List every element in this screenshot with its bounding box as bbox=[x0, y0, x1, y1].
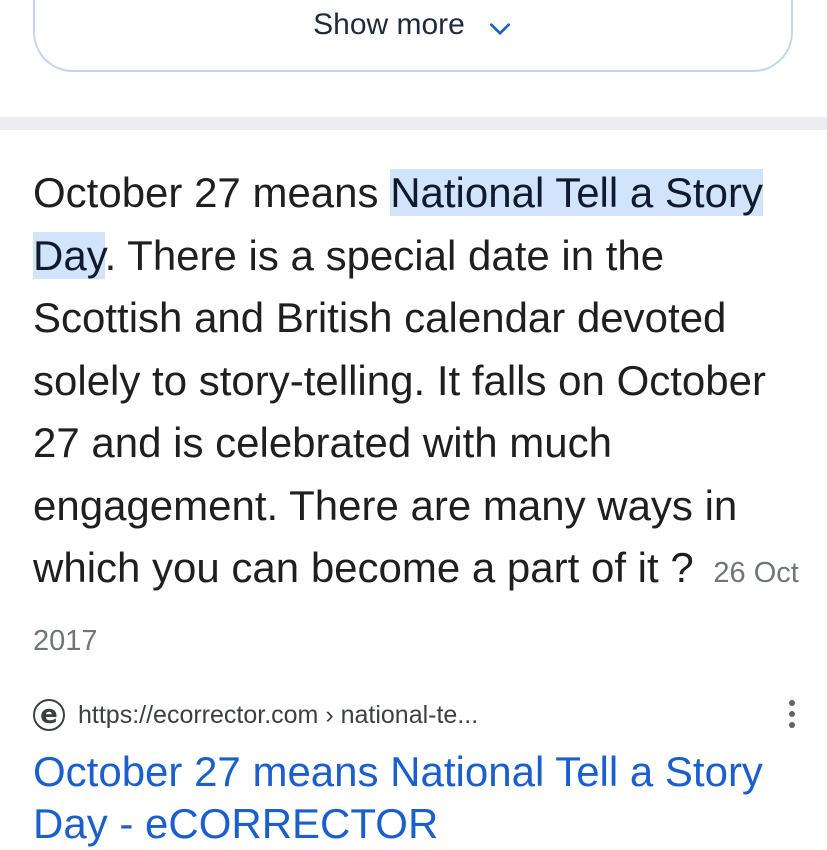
snippet-text-after: . There is a special date in the Scottis… bbox=[33, 231, 766, 592]
more-vert-icon[interactable] bbox=[787, 700, 797, 730]
show-more-label: Show more bbox=[313, 8, 465, 41]
site-favicon-icon: e bbox=[33, 699, 65, 731]
snippet-text-before: October 27 means bbox=[33, 169, 391, 216]
favicon-letter: e bbox=[40, 700, 58, 730]
chevron-down-icon bbox=[489, 23, 510, 35]
result-source[interactable]: e https://ecorrector.com › national-te..… bbox=[33, 697, 793, 733]
show-more-button[interactable]: Show more bbox=[33, 0, 793, 72]
result-title-link[interactable]: October 27 means National Tell a Story D… bbox=[33, 746, 803, 850]
result-url[interactable]: https://ecorrector.com › national-te... bbox=[78, 701, 478, 730]
featured-snippet-text: October 27 means National Tell a Story D… bbox=[33, 162, 803, 672]
section-divider bbox=[0, 117, 827, 130]
